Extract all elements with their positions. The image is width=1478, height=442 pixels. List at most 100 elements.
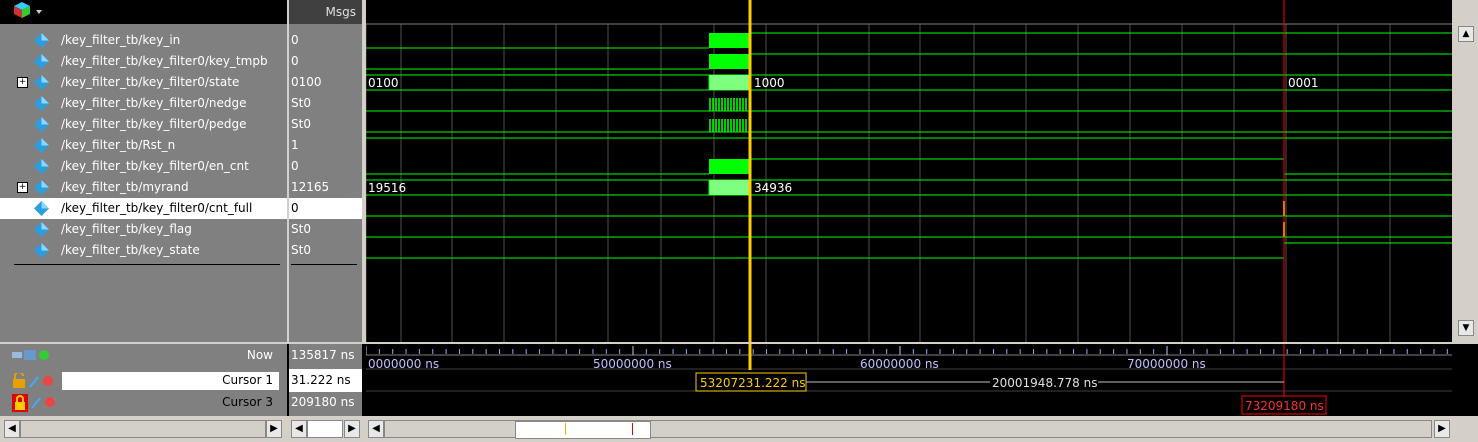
signal-name: /key_filter_tb/key_filter0/en_cnt xyxy=(61,159,249,173)
signal-name: /key_filter_tb/key_filter0/key_tmpb xyxy=(61,54,268,68)
names-scroll-track[interactable] xyxy=(20,420,266,438)
signal-diamond-icon xyxy=(34,54,49,69)
cursor1-label: Cursor 1 xyxy=(222,373,273,387)
msgs-label: Msgs xyxy=(325,5,356,19)
signal-name: /key_filter_tb/key_filter0/state xyxy=(61,75,240,89)
signal-diamond-icon xyxy=(34,138,49,153)
cursor-values: 135817 ns 31.222 ns 209180 ns xyxy=(289,344,362,416)
wave-menu-icon[interactable] xyxy=(0,0,60,24)
signal-value: 0 xyxy=(291,54,299,68)
waveform-window: /key_filter_tb/key_in/key_filter_tb/key_… xyxy=(0,0,1478,442)
values-header: Msgs xyxy=(289,0,362,24)
myrand-label: 19516 xyxy=(368,181,406,195)
signal-diamond-icon xyxy=(34,33,49,48)
delta-time: 20001948.778 ns xyxy=(992,376,1097,390)
waveform-canvas[interactable]: 0100 1000 0001 19516 34936 xyxy=(366,0,1452,342)
signal-row[interactable]: /key_filter_tb/Rst_n xyxy=(0,135,287,156)
now-row: Now xyxy=(0,344,287,367)
cursor3-time: 73209180 ns xyxy=(1245,399,1324,413)
names-header xyxy=(0,0,287,24)
signal-name: /key_filter_tb/Rst_n xyxy=(61,138,176,152)
now-tools-icon[interactable] xyxy=(12,348,58,362)
signal-value: 1 xyxy=(291,138,299,152)
cursor3-row[interactable]: Cursor 3 xyxy=(0,391,287,414)
state-label: 1000 xyxy=(754,76,785,90)
cursor-names: Now Cursor 1 Cursor 3 xyxy=(0,344,287,416)
cursor3-lock-icon[interactable] xyxy=(12,394,58,412)
cursor1-time: 53207231.222 ns xyxy=(700,376,805,390)
signal-diamond-icon xyxy=(34,180,49,195)
values-scroll-thumb[interactable] xyxy=(307,420,343,438)
names-scroll-right[interactable]: ▶ xyxy=(266,420,282,438)
signal-value: 0100 xyxy=(291,75,322,89)
signal-name: /key_filter_tb/key_filter0/pedge xyxy=(61,117,247,131)
signal-value: 0 xyxy=(291,33,299,47)
signal-value: St0 xyxy=(291,96,311,110)
myrand-label: 34936 xyxy=(754,181,792,195)
signal-diamond-icon xyxy=(34,75,49,90)
signal-row[interactable]: /key_filter_tb/key_filter0/cnt_full xyxy=(0,198,287,219)
cursor3-label: Cursor 3 xyxy=(222,395,273,409)
signal-values-pane: Msgs 0 0 0100 St0 St0 1 0 12165 0 St0 St0 xyxy=(289,0,362,342)
horizontal-scrollbars: ◀ ▶ ◀ ▶ ◀ ▶ xyxy=(0,418,1478,442)
signal-diamond-icon xyxy=(34,159,49,174)
signal-row[interactable]: /key_filter_tb/key_filter0/pedge xyxy=(0,114,287,135)
signal-value: St0 xyxy=(291,243,311,257)
signal-name: /key_filter_tb/key_filter0/nedge xyxy=(61,96,247,110)
signal-row[interactable]: /key_filter_tb/key_filter0/en_cnt xyxy=(0,156,287,177)
vertical-scrollbar[interactable]: ▲ ▼ xyxy=(1456,24,1476,342)
scroll-down-button[interactable]: ▼ xyxy=(1458,320,1474,336)
insertion-marker-values xyxy=(291,264,357,265)
signal-name: /key_filter_tb/key_filter0/cnt_full xyxy=(61,201,253,215)
en-cnt-burst xyxy=(709,159,750,174)
signal-diamond-icon xyxy=(34,222,49,237)
signal-names-pane: /key_filter_tb/key_in/key_filter_tb/key_… xyxy=(0,0,287,342)
waveform-pane[interactable]: 0100 1000 0001 19516 34936 xyxy=(366,0,1452,342)
key-tmpb-burst xyxy=(709,54,750,69)
signal-diamond-icon xyxy=(34,117,49,132)
wave-scroll-left[interactable]: ◀ xyxy=(368,420,384,438)
signal-name: /key_filter_tb/key_state xyxy=(61,243,200,257)
key-in-burst xyxy=(709,33,750,48)
cursor-pane: Now Cursor 1 Cursor 3 135817 ns 31.222 n… xyxy=(0,344,1478,416)
expand-icon[interactable]: + xyxy=(17,77,28,88)
cursor3-scroll-marker xyxy=(632,423,633,435)
signal-row[interactable]: /key_filter_tb/key_flag xyxy=(0,219,287,240)
bus-burst xyxy=(709,180,750,195)
timeline-ruler[interactable]: 0000000 ns 50000000 ns 60000000 ns 70000000… xyxy=(365,344,1452,416)
cursor1-row[interactable]: Cursor 1 xyxy=(0,369,287,392)
signal-name: /key_filter_tb/myrand xyxy=(61,180,189,194)
insertion-marker xyxy=(14,264,280,265)
wave-header xyxy=(366,0,1452,24)
signal-row[interactable]: /key_filter_tb/key_state xyxy=(0,240,287,261)
signal-diamond-icon xyxy=(34,96,49,111)
now-label: Now xyxy=(246,348,273,362)
signal-row[interactable]: /key_filter_tb/key_filter0/key_tmpb xyxy=(0,51,287,72)
signal-value: 12165 xyxy=(291,180,330,194)
signal-diamond-icon xyxy=(34,243,49,258)
cursor1-value: 31.222 ns xyxy=(289,369,362,392)
state-label: 0100 xyxy=(368,76,399,90)
signal-value: 0 xyxy=(291,159,299,173)
bus-burst xyxy=(709,75,750,90)
signal-row[interactable]: /key_filter_tb/key_in xyxy=(0,30,287,51)
signal-value: St0 xyxy=(291,117,311,131)
state-label: 0001 xyxy=(1288,76,1319,90)
signal-value: St0 xyxy=(291,222,311,236)
signal-name: /key_filter_tb/key_in xyxy=(61,33,181,47)
values-scroll-right[interactable]: ▶ xyxy=(344,420,360,438)
cursor1-lock-icon[interactable] xyxy=(12,373,58,389)
expand-icon[interactable]: + xyxy=(17,182,28,193)
now-value: 135817 ns xyxy=(291,348,355,362)
signal-row[interactable]: /key_filter_tb/key_filter0/nedge xyxy=(0,93,287,114)
wave-scroll-track[interactable] xyxy=(384,420,1432,439)
signal-row[interactable]: + /key_filter_tb/myrand xyxy=(0,177,287,198)
values-scroll-left[interactable]: ◀ xyxy=(291,420,307,438)
wave-scroll-thumb[interactable] xyxy=(515,421,651,439)
signal-row[interactable]: + /key_filter_tb/key_filter0/state xyxy=(0,72,287,93)
scroll-up-button[interactable]: ▲ xyxy=(1458,26,1474,42)
cursor3-value: 209180 ns xyxy=(291,395,355,409)
names-scroll-left[interactable]: ◀ xyxy=(4,420,20,438)
wave-scroll-right[interactable]: ▶ xyxy=(1434,420,1450,438)
signal-value: 0 xyxy=(289,198,362,219)
